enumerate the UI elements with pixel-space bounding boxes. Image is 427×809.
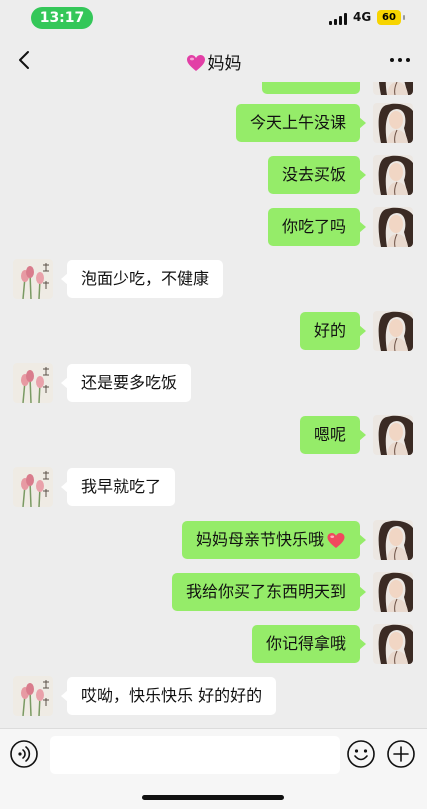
message-row <box>0 82 427 96</box>
my-avatar[interactable] <box>373 103 413 143</box>
message-text: 你记得拿哦 <box>265 634 346 653</box>
chat-title: 妈妈 <box>0 49 427 74</box>
message-bubble[interactable]: 好的 <box>299 312 367 350</box>
message-row: 嗯呢 <box>0 414 427 456</box>
my-avatar[interactable] <box>373 520 413 560</box>
message-bubble[interactable]: 你吃了吗 <box>267 208 367 246</box>
message-row: 妈妈母亲节快乐哦 <box>0 519 427 561</box>
my-avatar[interactable] <box>373 572 413 612</box>
message-text: 妈妈母亲节快乐哦 <box>195 530 324 549</box>
my-avatar[interactable] <box>373 415 413 455</box>
my-avatar[interactable] <box>373 311 413 351</box>
mom-avatar[interactable] <box>13 676 53 716</box>
more-options-icon[interactable] <box>386 50 414 70</box>
message-text: 没去买饭 <box>281 165 346 184</box>
my-avatar[interactable] <box>373 82 413 95</box>
message-bubble[interactable]: 我早就吃了 <box>60 468 176 506</box>
plus-icon[interactable] <box>385 738 417 770</box>
message-bubble[interactable]: 我给你买了东西明天到 <box>171 573 367 611</box>
status-bar: 13:17 4G 60 <box>0 0 427 38</box>
message-text: 我早就吃了 <box>81 477 162 496</box>
message-bubble[interactable]: 泡面少吃，不健康 <box>60 260 224 298</box>
message-row: 今天上午没课 <box>0 102 427 144</box>
my-avatar[interactable] <box>373 624 413 664</box>
mom-avatar[interactable] <box>13 259 53 299</box>
message-input[interactable] <box>50 736 340 774</box>
pink-heart-icon <box>186 55 205 71</box>
message-row: 你吃了吗 <box>0 206 427 248</box>
message-text: 泡面少吃，不健康 <box>81 269 210 288</box>
mom-avatar[interactable] <box>13 467 53 507</box>
message-bubble[interactable]: 还是要多吃饭 <box>60 364 192 402</box>
message-bubble[interactable] <box>262 82 360 94</box>
chat-header: 妈妈 <box>0 38 427 82</box>
message-bubble[interactable]: 妈妈母亲节快乐哦 <box>181 521 367 559</box>
input-bar <box>0 728 427 809</box>
message-text: 哎呦，快乐快乐 好的好的 <box>81 686 263 705</box>
message-text: 今天上午没课 <box>249 113 346 132</box>
cellular-signal-icon <box>329 13 349 25</box>
message-bubble[interactable]: 嗯呢 <box>299 416 367 454</box>
message-row: 哎呦，快乐快乐 好的好的 <box>0 675 427 717</box>
message-bubble[interactable]: 没去买饭 <box>267 156 367 194</box>
smile-emoji-icon[interactable] <box>345 738 377 770</box>
message-text: 还是要多吃饭 <box>81 373 178 392</box>
message-row: 我早就吃了 <box>0 466 427 508</box>
message-row: 没去买饭 <box>0 154 427 196</box>
home-indicator <box>142 795 284 800</box>
message-text: 我给你买了东西明天到 <box>185 582 346 601</box>
message-row: 我给你买了东西明天到 <box>0 571 427 613</box>
message-bubble[interactable]: 你记得拿哦 <box>251 625 367 663</box>
message-row: 你记得拿哦 <box>0 623 427 665</box>
my-avatar[interactable] <box>373 207 413 247</box>
status-time: 13:17 <box>31 7 93 29</box>
message-text: 嗯呢 <box>313 425 346 444</box>
back-arrow-icon[interactable] <box>13 47 39 73</box>
my-avatar[interactable] <box>373 155 413 195</box>
message-row: 还是要多吃饭 <box>0 362 427 404</box>
message-text: 好的 <box>313 321 346 340</box>
message-bubble[interactable]: 今天上午没课 <box>235 104 367 142</box>
message-text: 你吃了吗 <box>281 217 346 236</box>
message-bubble[interactable]: 哎呦，快乐快乐 好的好的 <box>60 677 277 715</box>
chat-title-text: 妈妈 <box>207 54 242 74</box>
network-type: 4G <box>353 10 372 24</box>
battery-icon: 60 <box>377 10 405 25</box>
message-list[interactable]: 今天上午没课 没去买饭 你吃了吗 泡面少吃，不健康 好的 还是要多吃饭 嗯呢 我… <box>0 82 427 728</box>
message-row: 好的 <box>0 310 427 352</box>
voice-icon[interactable] <box>8 738 40 770</box>
message-row: 泡面少吃，不健康 <box>0 258 427 300</box>
mom-avatar[interactable] <box>13 363 53 403</box>
red-heart-icon <box>327 532 345 549</box>
